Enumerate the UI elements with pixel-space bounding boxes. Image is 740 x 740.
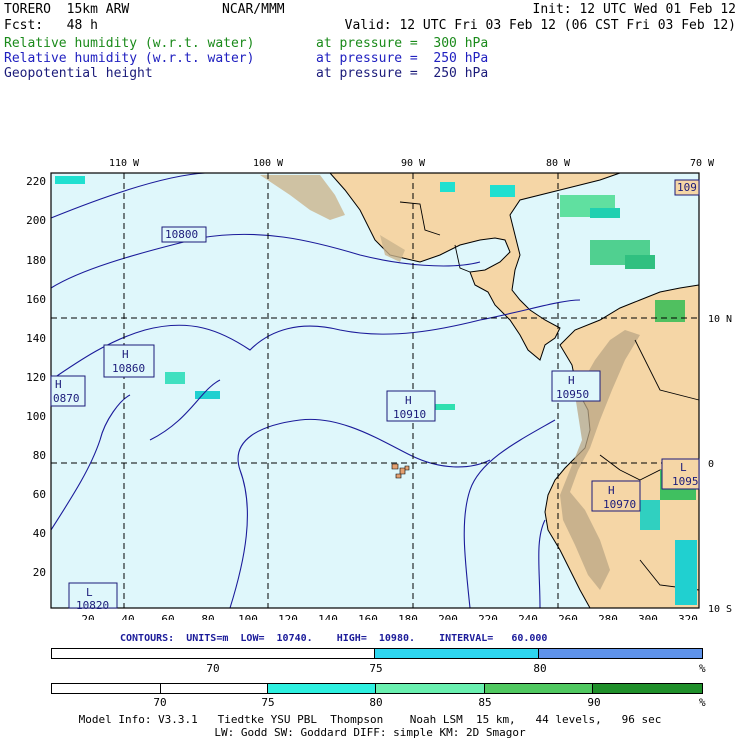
contour-label-109: 109 [674,179,700,196]
high-pressure-box: H 10910 [386,390,436,422]
lat-label-10n: 10 N [708,314,732,325]
colorbar-segment [376,684,485,693]
colorbar1-unit: % [699,662,706,675]
y-tick-label: 80 [33,449,46,462]
y-tick-label: 160 [26,293,46,306]
colorbar-segment [52,684,161,693]
svg-text:109: 109 [677,181,697,194]
model-info: Model Info: V3.3.1 Tiedtke YSU PBL Thomp… [78,713,662,726]
high-pressure-box: H 10950 [551,370,601,402]
colorbar-segment [268,684,377,693]
y-tick-label: 180 [26,254,46,267]
high-pressure-box: H 10970 [591,480,641,512]
model-title: TORERO 15km ARW [4,2,130,17]
x-tick-label: 180 [398,613,418,620]
colorbar-rh-300 [51,683,703,694]
lon-label-110w: 110 W [109,158,140,169]
x-tick-label: 80 [201,613,214,620]
y-tick-label: 40 [33,527,46,540]
valid-time: Valid: 12 UTC Fri 03 Feb 12 (06 CST Fri … [344,18,736,33]
colorbar-segment [160,684,269,693]
low-pressure-box: L 1095 [661,458,700,490]
svg-text:H: H [568,374,575,387]
field-2-level: at pressure = 250 hPa [316,51,489,66]
contour-info: CONTOURS: UNITS=m LOW= 10740. HIGH= 1098… [120,633,548,644]
colorbar2-tick: 90 [587,696,601,709]
colorbar2-tick: 75 [261,696,275,709]
y-tick-label: 120 [26,371,46,384]
x-tick-label: 240 [518,613,538,620]
lat-label-eq: 0 [708,459,714,470]
init-time: Init: 12 UTC Wed 01 Feb 12 [532,2,737,17]
colorbar2-tick: 80 [369,696,383,709]
field-3-name: Geopotential height [4,66,153,81]
x-tick-label: 140 [318,613,338,620]
colorbar-segment [538,649,702,658]
y-tick-label: 20 [33,566,46,579]
svg-text:H: H [122,348,129,361]
model-physics: LW: Godd SW: Goddard DIFF: simple KM: 2D… [214,726,526,739]
contour-label-10800: 10800 [161,226,207,243]
lon-label-100w: 100 W [253,158,284,169]
colorbar-rh-250 [51,648,703,659]
colorbar2-unit: % [699,696,706,709]
lon-label-90w: 90 W [401,158,426,169]
svg-text:H: H [608,484,615,497]
y-tick-label: 100 [26,410,46,423]
high-pressure-box: H 10860 [103,344,155,378]
svg-text:H: H [55,378,62,391]
svg-text:10970: 10970 [603,498,636,511]
x-tick-label: 120 [278,613,298,620]
colorbar1-tick: 70 [206,662,220,675]
svg-text:1095: 1095 [672,475,699,488]
lat-label-10s: 10 S [708,604,732,615]
svg-text:10860: 10860 [112,362,145,375]
colorbar2-tick: 70 [153,696,167,709]
high-pressure-box: H 0870 [50,375,86,407]
lon-label-70w: 70 W [690,158,715,169]
lon-label-80w: 80 W [546,158,571,169]
colorbar1-tick: 80 [533,662,547,675]
colorbar1-tick: 75 [369,662,383,675]
x-tick-label: 40 [121,613,134,620]
colorbar2-tick: 85 [478,696,492,709]
field-3-level: at pressure = 250 hPa [316,66,489,81]
x-tick-label: 100 [238,613,258,620]
x-tick-label: 300 [638,613,658,620]
x-tick-label: 160 [358,613,378,620]
field-1-name: Relative humidity (w.r.t. water) [4,36,255,51]
forecast-hour: Fcst: 48 h [4,18,98,33]
x-tick-label: 200 [438,613,458,620]
x-tick-label: 20 [81,613,94,620]
y-tick-label: 200 [26,214,46,227]
svg-text:10820: 10820 [76,599,109,612]
y-tick-label: 140 [26,332,46,345]
colorbar-segment [52,649,375,658]
field-2-name: Relative humidity (w.r.t. water) [4,51,255,66]
y-tick-label: 60 [33,488,46,501]
x-tick-label: 220 [478,613,498,620]
field-1-level: at pressure = 300 hPa [316,36,489,51]
org-label: NCAR/MMM [222,2,285,17]
svg-text:L: L [680,461,687,474]
svg-text:0870: 0870 [53,392,80,405]
x-tick-label: 260 [558,613,578,620]
colorbar-segment [484,684,594,693]
colorbar-segment [375,649,539,658]
x-tick-label: 320 [678,613,698,620]
svg-text:10910: 10910 [393,408,426,421]
svg-text:L: L [86,586,93,599]
weather-map: 110 W 100 W 90 W 80 W 70 W 10 N 0 10 S 2… [26,158,732,620]
colorbar-segment [593,684,703,693]
svg-text:10800: 10800 [165,228,198,241]
y-tick-label: 220 [26,175,46,188]
x-tick-label: 60 [161,613,174,620]
svg-text:10950: 10950 [556,388,589,401]
svg-text:H: H [405,394,412,407]
low-pressure-box: L 10820 [68,582,118,612]
x-tick-label: 280 [598,613,618,620]
